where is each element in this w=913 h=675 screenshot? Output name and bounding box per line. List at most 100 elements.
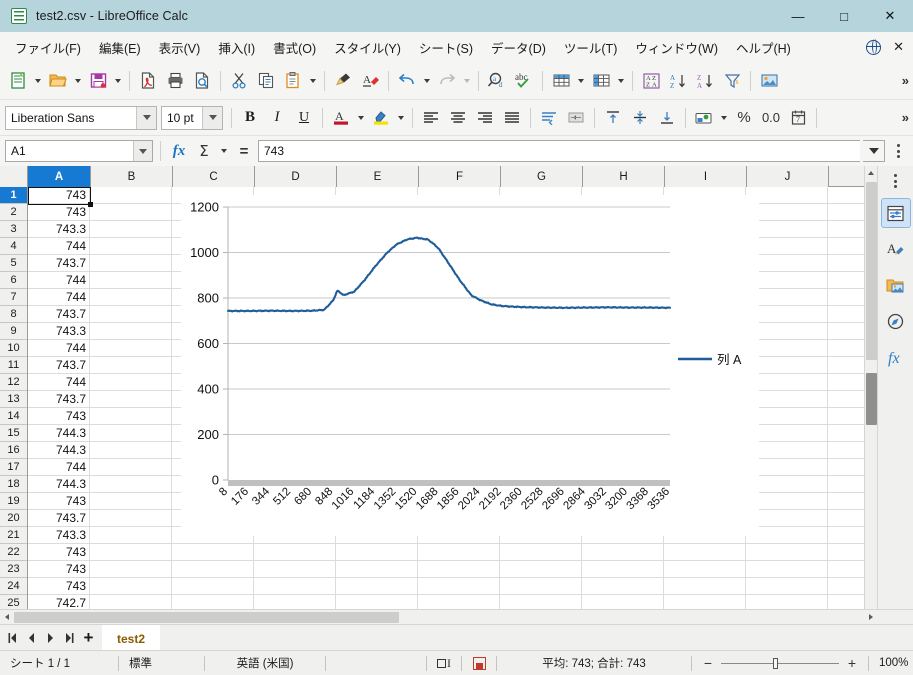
row-header-17[interactable]: 17 <box>0 459 27 476</box>
menu-edit[interactable]: 編集(E) <box>90 34 150 61</box>
cell-G24[interactable] <box>500 578 582 594</box>
row-header-3[interactable]: 3 <box>0 221 27 238</box>
cell-A25[interactable]: 742.7 <box>28 595 90 609</box>
cell-A5[interactable]: 743.7 <box>28 255 90 271</box>
copy-icon[interactable] <box>253 68 279 94</box>
sidebar-settings-icon[interactable] <box>881 170 911 192</box>
cell-B14[interactable] <box>90 408 172 424</box>
font-name-combo[interactable]: Liberation Sans <box>5 105 157 130</box>
cell-G22[interactable] <box>500 544 582 560</box>
cell-I23[interactable] <box>664 561 746 577</box>
cell-B23[interactable] <box>90 561 172 577</box>
cell-A6[interactable]: 744 <box>28 272 90 288</box>
bold-button[interactable]: B <box>237 105 263 131</box>
cell-H23[interactable] <box>582 561 664 577</box>
formatbar-overflow-button[interactable]: » <box>902 110 909 125</box>
save-icon[interactable] <box>85 68 111 94</box>
cell-B1[interactable] <box>90 187 172 203</box>
sidebar-item-gallery[interactable] <box>881 270 911 300</box>
formula-bar-menu-icon[interactable] <box>888 144 908 158</box>
column-header-G[interactable]: G <box>501 166 583 187</box>
scroll-left-button[interactable] <box>0 611 13 624</box>
sheet-tab-test2[interactable]: test2 <box>102 625 161 650</box>
cell-H25[interactable] <box>582 595 664 609</box>
column-header-F[interactable]: F <box>419 166 501 187</box>
column-header-I[interactable]: I <box>665 166 747 187</box>
column-header-B[interactable]: B <box>91 166 173 187</box>
row-header-10[interactable]: 10 <box>0 340 27 357</box>
cell-B15[interactable] <box>90 425 172 441</box>
status-zoom-level[interactable]: 100% <box>869 651 913 675</box>
menu-styles[interactable]: スタイル(Y) <box>325 34 410 61</box>
cell-B7[interactable] <box>90 289 172 305</box>
export-pdf-icon[interactable] <box>135 68 161 94</box>
sidebar-item-styles[interactable]: A <box>881 234 911 264</box>
format-currency-icon[interactable] <box>691 105 717 131</box>
scroll-right-button[interactable] <box>864 611 877 624</box>
cell-C24[interactable] <box>172 578 254 594</box>
horizontal-scroll-thumb[interactable] <box>14 611 399 623</box>
cut-icon[interactable] <box>226 68 252 94</box>
align-bottom-icon[interactable] <box>654 105 680 131</box>
cell-A14[interactable]: 743 <box>28 408 90 424</box>
column-header-C[interactable]: C <box>173 166 255 187</box>
menu-file[interactable]: ファイル(F) <box>6 34 90 61</box>
open-file-icon[interactable] <box>45 68 71 94</box>
cell-B13[interactable] <box>90 391 172 407</box>
menu-help[interactable]: ヘルプ(H) <box>727 34 800 61</box>
cell-A21[interactable]: 743.3 <box>28 527 90 543</box>
sort-descending-icon[interactable]: ZA <box>692 68 718 94</box>
undo-icon[interactable] <box>394 68 420 94</box>
insert-image-icon[interactable] <box>756 68 782 94</box>
font-color-dropdown[interactable] <box>355 105 367 131</box>
font-size-combo[interactable]: 10 pt <box>161 105 223 130</box>
vertical-scroll-thumb[interactable] <box>866 182 877 360</box>
cell-A12[interactable]: 744 <box>28 374 90 390</box>
new-document-icon[interactable] <box>5 68 31 94</box>
row-header-18[interactable]: 18 <box>0 476 27 493</box>
merge-cells-icon[interactable] <box>563 105 589 131</box>
status-insert-mode-icon[interactable]: I <box>427 651 461 675</box>
cell-A15[interactable]: 744.3 <box>28 425 90 441</box>
row-header-25[interactable]: 25 <box>0 595 27 609</box>
zoom-slider-thumb[interactable] <box>773 657 778 669</box>
cell-A19[interactable]: 743 <box>28 493 90 509</box>
cell-B3[interactable] <box>90 221 172 237</box>
formula-input[interactable]: 743 <box>258 140 860 162</box>
new-document-dropdown[interactable] <box>32 68 44 94</box>
cell-A9[interactable]: 743.3 <box>28 323 90 339</box>
vertical-scrollbar[interactable] <box>864 166 877 609</box>
cell-A16[interactable]: 744.3 <box>28 442 90 458</box>
cell-B8[interactable] <box>90 306 172 322</box>
zoom-in-button[interactable]: + <box>846 655 858 671</box>
open-file-dropdown[interactable] <box>72 68 84 94</box>
sidebar-item-functions[interactable]: fx <box>881 342 911 372</box>
zoom-slider-track[interactable] <box>721 657 839 669</box>
italic-button[interactable]: I <box>264 105 290 131</box>
cell-F22[interactable] <box>418 544 500 560</box>
cell-F24[interactable] <box>418 578 500 594</box>
sidebar-item-properties[interactable] <box>880 198 911 228</box>
vertical-scroll-thumb-2[interactable] <box>866 373 877 425</box>
wrap-text-icon[interactable] <box>536 105 562 131</box>
column-header-E[interactable]: E <box>337 166 419 187</box>
align-center-icon[interactable] <box>445 105 471 131</box>
function-wizard-icon[interactable]: fx <box>168 140 190 162</box>
row-dropdown[interactable] <box>575 68 587 94</box>
find-replace-icon[interactable]: ad <box>484 68 510 94</box>
previous-sheet-button[interactable] <box>22 628 41 648</box>
next-sheet-button[interactable] <box>41 628 60 648</box>
cell-J24[interactable] <box>746 578 828 594</box>
cell-A8[interactable]: 743.7 <box>28 306 90 322</box>
sort-icon[interactable]: AZZA <box>638 68 664 94</box>
close-button[interactable]: ✕ <box>867 0 913 32</box>
cell-J22[interactable] <box>746 544 828 560</box>
cell-B18[interactable] <box>90 476 172 492</box>
row-header-1[interactable]: 1 <box>0 187 27 204</box>
cell-B11[interactable] <box>90 357 172 373</box>
cell-A13[interactable]: 743.7 <box>28 391 90 407</box>
font-size-dropdown-arrow[interactable] <box>202 106 222 129</box>
cell-A2[interactable]: 743 <box>28 204 90 220</box>
cell-C25[interactable] <box>172 595 254 609</box>
cell-B19[interactable] <box>90 493 172 509</box>
